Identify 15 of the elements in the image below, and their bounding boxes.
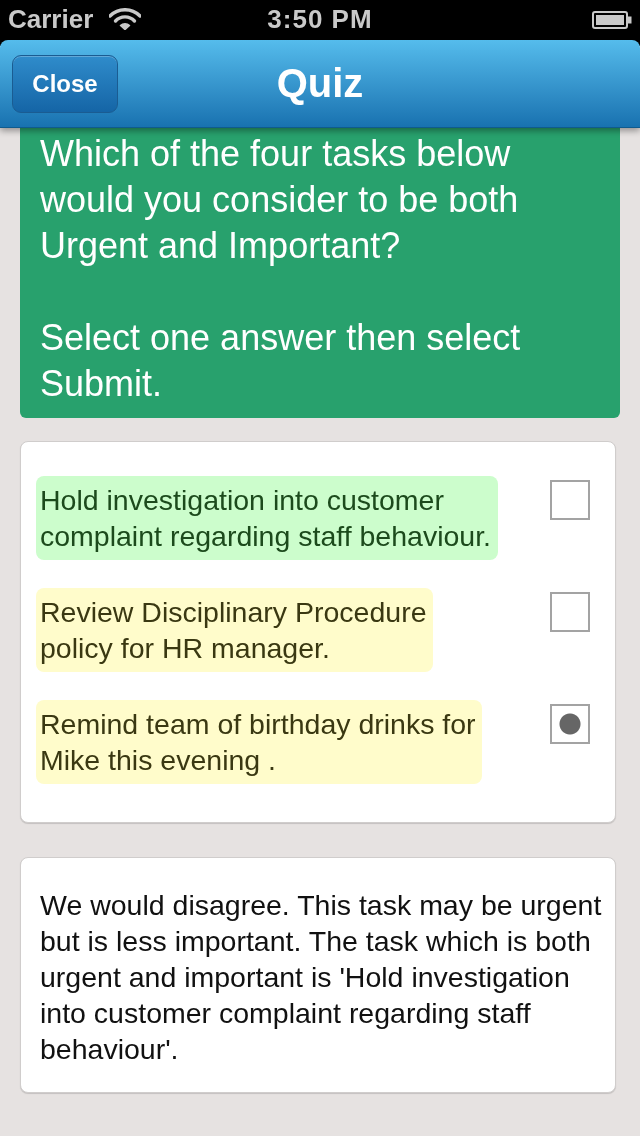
close-button[interactable]: Close (12, 54, 118, 113)
nav-title: Quiz (276, 60, 364, 106)
carrier-label: Carrier (8, 3, 94, 35)
feedback-text: We would disagree. This task may be urgent but is less important. The task which is both urgent and important is 'Hold investigation into customer complaint regarding staff behaviour'. (40, 888, 603, 1067)
answer-checkbox[interactable] (550, 480, 590, 520)
answer-checkbox[interactable] (550, 704, 590, 744)
wifi-icon (109, 8, 142, 30)
question-text: Which of the four tasks below would you consider to be both Urgent and Important? (40, 132, 520, 268)
question-text: Select one answer then select Submit. (40, 316, 522, 406)
answer-checkbox[interactable] (550, 592, 590, 632)
answer-option: Hold investigation into customer complaint regarding staff behaviour. (36, 476, 498, 560)
battery-icon (592, 11, 632, 29)
status-time: 3:50 PM (267, 3, 373, 35)
answer-option: Review Disciplinary Procedure policy for HR manager. (36, 588, 433, 672)
answer-option: Remind team of birthday drinks for Mike this evening . (36, 700, 482, 784)
